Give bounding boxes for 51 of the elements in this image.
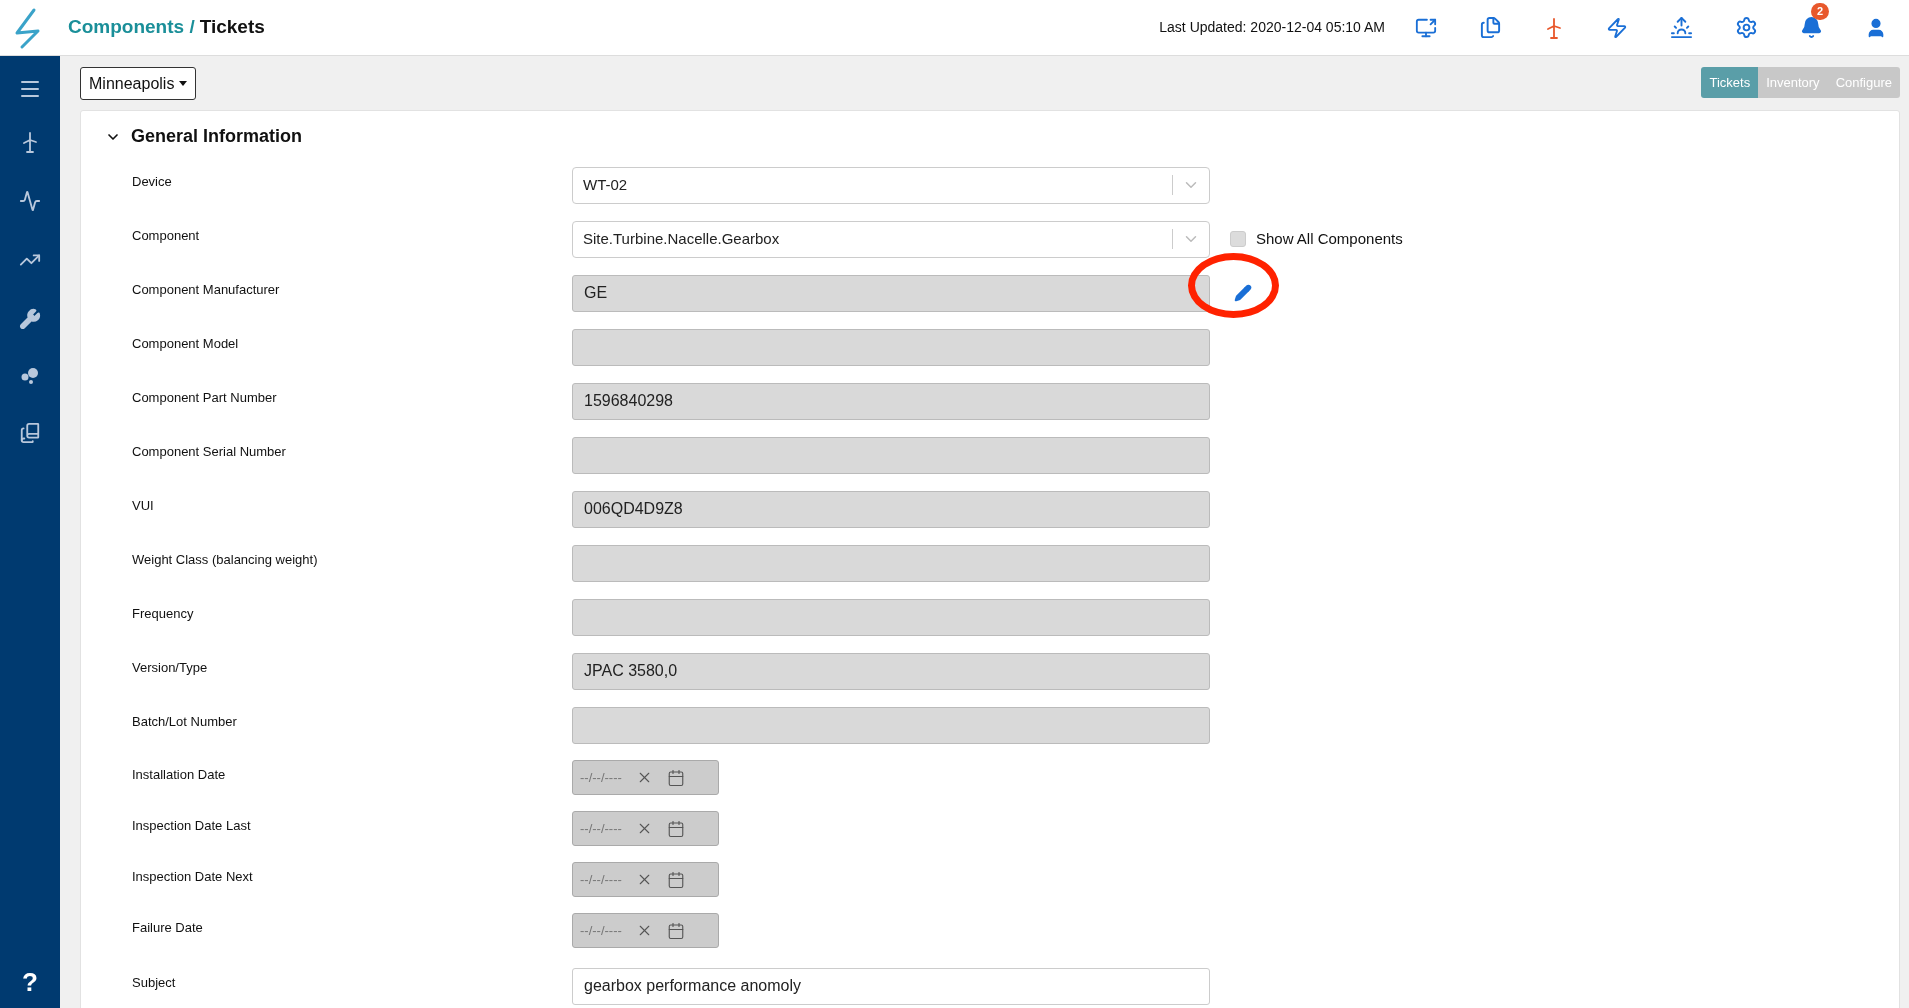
input-value: gearbox performance anomoly — [583, 976, 801, 996]
checkbox[interactable] — [1230, 231, 1246, 247]
page-title: Tickets — [199, 15, 265, 40]
site-dropdown[interactable]: Minneapolis — [80, 67, 197, 100]
field-label: Subject — [132, 974, 177, 993]
date-placeholder: --/--/---- — [580, 768, 622, 787]
documents-icon[interactable] — [1479, 16, 1502, 39]
wind-turbine-icon[interactable] — [20, 131, 40, 153]
field-label: VUI — [132, 497, 155, 516]
field-label: Installation Date — [132, 765, 227, 784]
settings-icon[interactable] — [1735, 16, 1758, 39]
field-label: Weight Class (balancing weight) — [132, 551, 319, 570]
field-label: Batch/Lot Number — [132, 713, 238, 732]
select-field[interactable]: Site.Turbine.Nacelle.Gearbox — [572, 220, 1210, 258]
select-value: Site.Turbine.Nacelle.Gearbox — [582, 228, 781, 249]
date-placeholder: --/--/---- — [580, 921, 622, 940]
section-header[interactable]: General Information — [105, 123, 303, 150]
pulse-icon[interactable] — [19, 190, 41, 212]
field-label: Component Model — [132, 335, 240, 354]
field-label: Component Manufacturer — [132, 281, 281, 300]
dots-icon[interactable] — [20, 367, 40, 385]
screen-icon[interactable] — [1415, 16, 1437, 39]
date-placeholder: --/--/---- — [580, 819, 622, 838]
field-label: Version/Type — [132, 659, 209, 678]
notification-badge: 2 — [1811, 3, 1830, 20]
field-label: Component — [132, 227, 201, 246]
caret-icon — [179, 81, 188, 86]
input-value: 1596840298 — [583, 391, 673, 411]
field-label: Component Part Number — [132, 389, 278, 408]
date-placeholder: --/--/---- — [580, 870, 622, 889]
lightning-icon[interactable] — [1606, 16, 1628, 39]
books-icon[interactable] — [19, 422, 41, 444]
last-updated-text: Last Updated: 2020-12-04 05:10 AM — [1159, 18, 1385, 37]
select-value: WT-02 — [582, 174, 629, 195]
field-label: Frequency — [132, 605, 195, 624]
notification-bell-icon[interactable] — [1800, 16, 1823, 39]
field-label: Inspection Date Last — [132, 816, 252, 835]
input-value: GE — [583, 283, 608, 303]
breadcrumb-link[interactable]: Components / — [68, 13, 195, 42]
field-label: Device — [132, 173, 173, 192]
help-button[interactable]: ? — [22, 963, 38, 1002]
input-value: JPAC 3580,0 — [583, 661, 678, 681]
select-field[interactable]: WT-02 — [572, 166, 1210, 204]
checkbox-label: Show All Components — [1256, 228, 1403, 249]
field-label: Failure Date — [132, 918, 204, 937]
wrench-icon[interactable] — [19, 308, 41, 330]
field-label: Inspection Date Next — [132, 867, 254, 886]
input-value: 006QD4D9Z8 — [583, 499, 683, 519]
input-field[interactable]: gearbox performance anomoly — [572, 967, 1210, 1005]
field-label: Component Serial Number — [132, 443, 287, 462]
wind-turbine-icon[interactable] — [1544, 16, 1564, 39]
